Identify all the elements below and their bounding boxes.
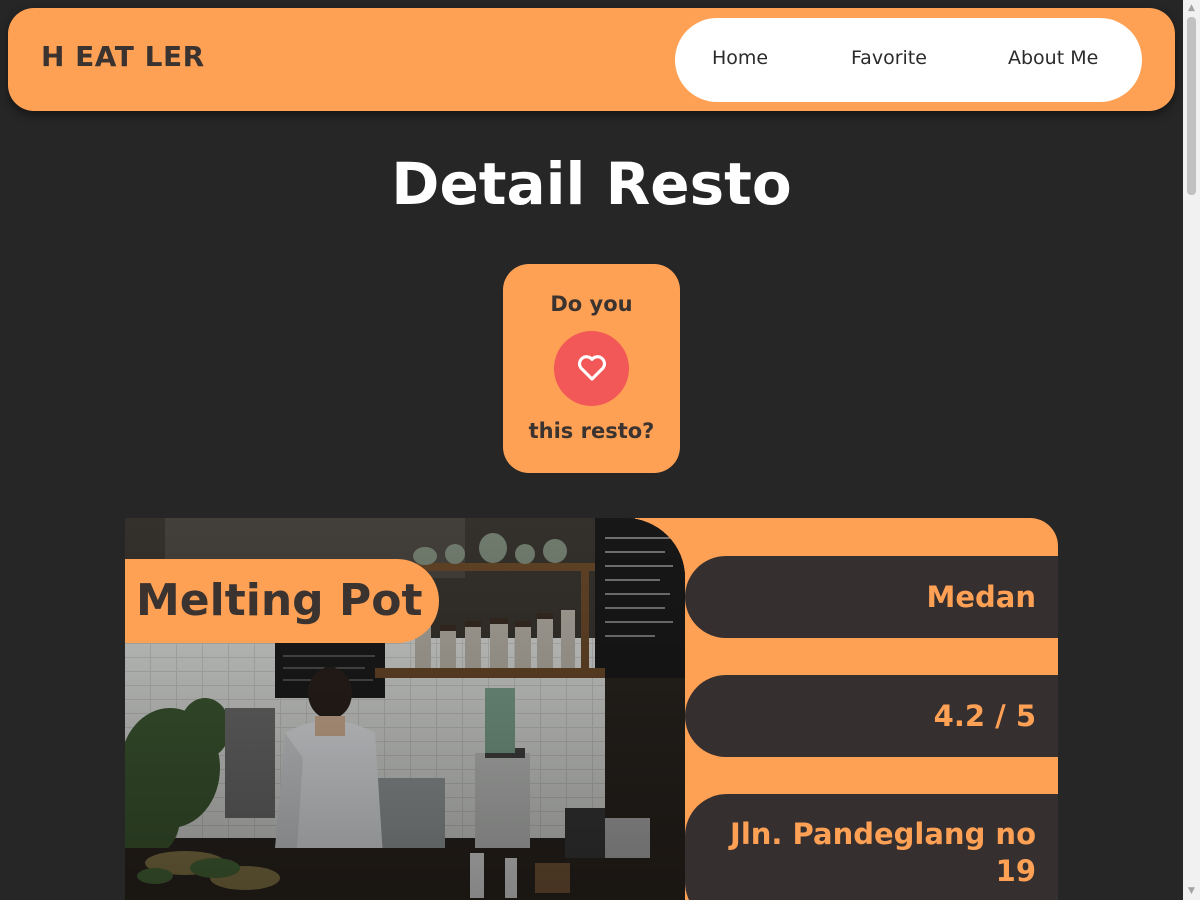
- restaurant-rating: 4.2 / 5: [685, 675, 1058, 757]
- like-prompt-bottom: this resto?: [528, 419, 655, 443]
- nav-favorite-link[interactable]: Favorite: [851, 47, 927, 69]
- scroll-down-arrow-icon[interactable]: ▼: [1183, 883, 1200, 900]
- page: H EAT LER Home Favorite About Me Detail …: [0, 0, 1200, 900]
- restaurant-photo: Melting Pot: [125, 518, 685, 900]
- heart-icon: [575, 350, 609, 387]
- restaurant-city: Medan: [685, 556, 1058, 638]
- brand-logo[interactable]: H EAT LER: [41, 40, 205, 73]
- scroll-thumb[interactable]: [1187, 17, 1196, 195]
- nav-about-link[interactable]: About Me: [1008, 47, 1098, 69]
- like-card: Do you this resto?: [503, 264, 680, 473]
- restaurant-address: Jln. Pandeglang no 19: [685, 794, 1058, 900]
- page-scrollbar[interactable]: ▲ ▼: [1183, 0, 1200, 900]
- nav-home-link[interactable]: Home: [712, 47, 768, 69]
- scroll-up-arrow-icon[interactable]: ▲: [1183, 0, 1200, 17]
- page-title: Detail Resto: [391, 150, 792, 218]
- like-button[interactable]: [554, 331, 629, 406]
- main-nav: Home Favorite About Me: [675, 18, 1142, 102]
- restaurant-name: Melting Pot: [125, 559, 440, 643]
- like-prompt-top: Do you: [550, 292, 633, 316]
- restaurant-detail: Melting Pot Medan 4.2 / 5 Jln. Pandeglan…: [125, 518, 1058, 900]
- app-header: H EAT LER Home Favorite About Me: [8, 8, 1175, 111]
